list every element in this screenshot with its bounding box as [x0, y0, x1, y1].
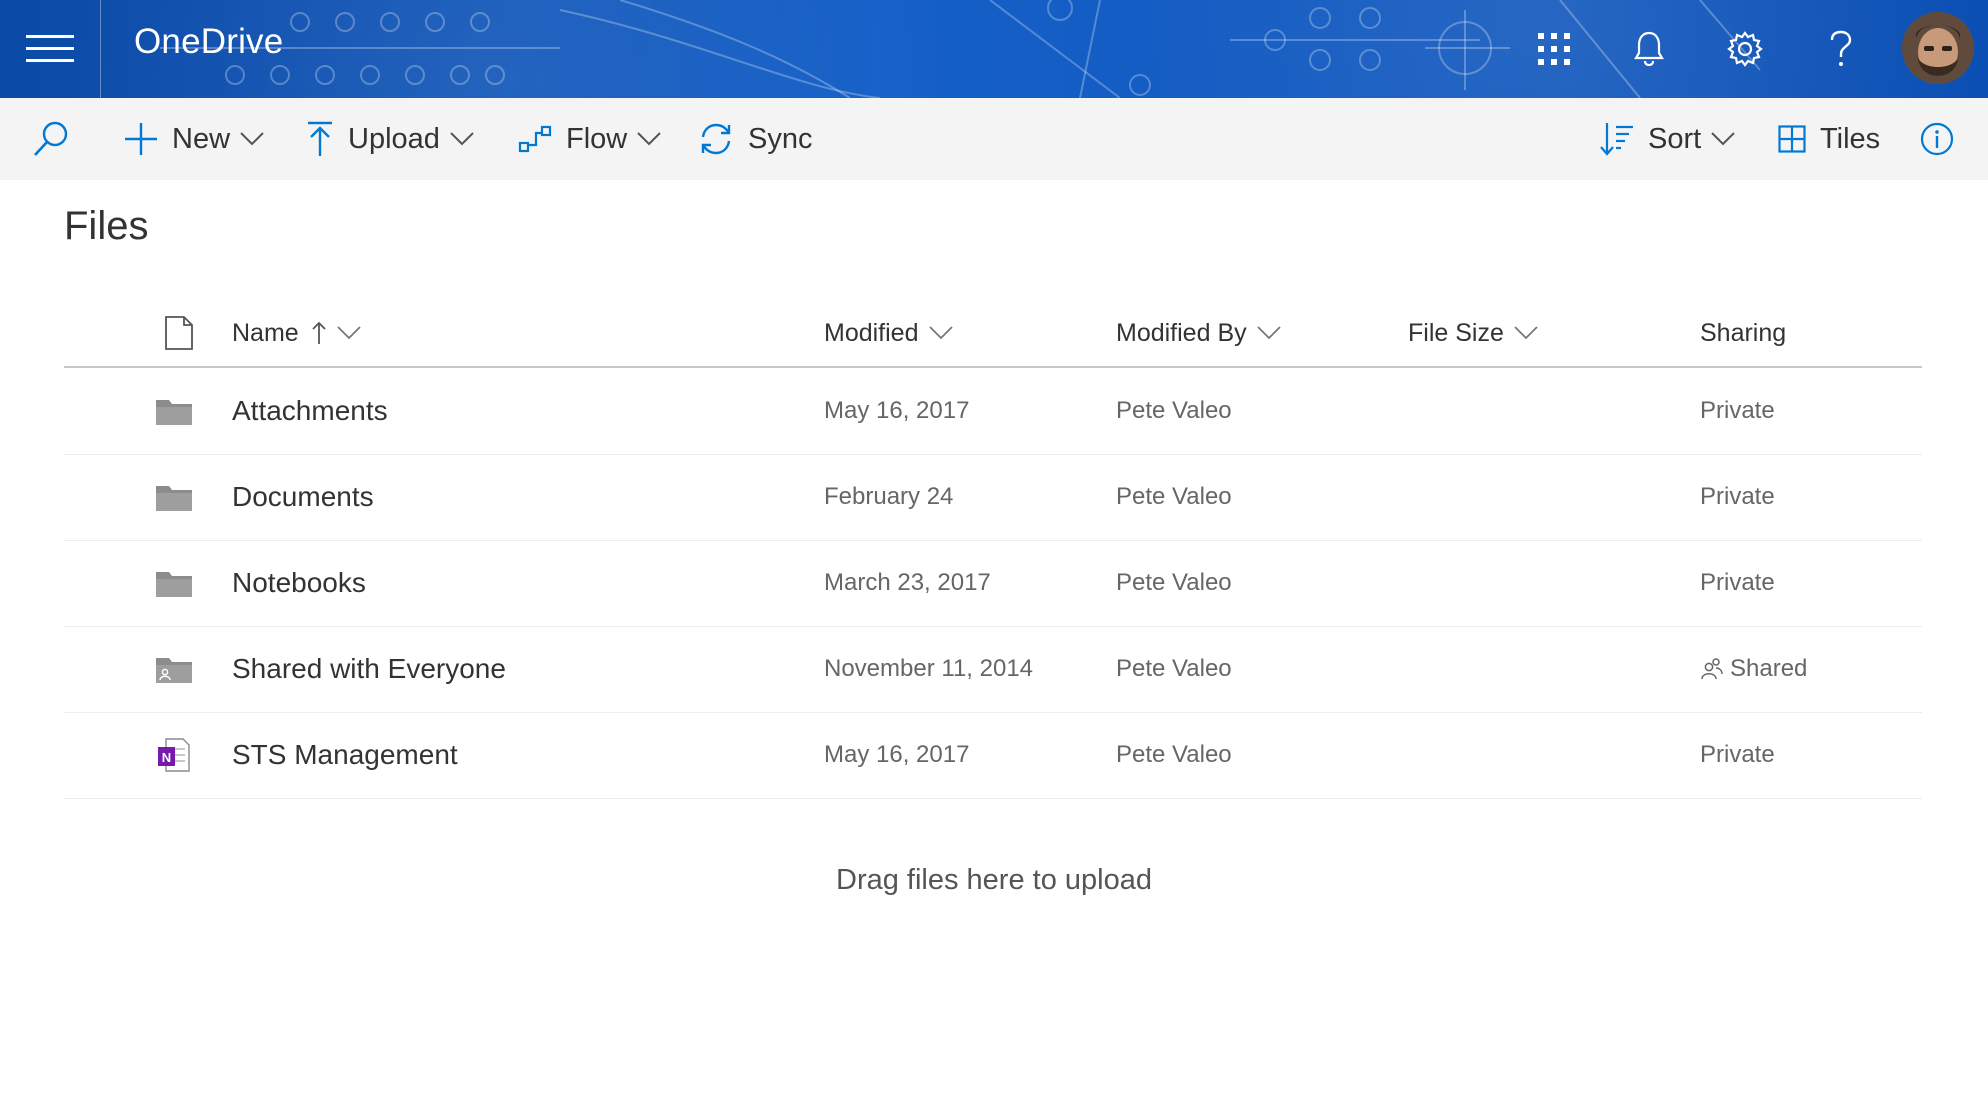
user-photo — [1902, 12, 1974, 84]
chevron-down-icon — [928, 326, 953, 340]
onenote-icon: N — [154, 712, 194, 798]
modified-date: March 23, 2017 — [824, 569, 991, 596]
folder-icon — [154, 540, 194, 626]
chevron-down-icon — [240, 132, 264, 146]
modified-date: February 24 — [824, 483, 954, 510]
suite-header: OneDrive — [0, 0, 1988, 98]
sync-icon — [701, 123, 731, 155]
table-row[interactable]: Notebooks March 23, 2017 Pete Valeo Priv… — [64, 540, 1922, 627]
chevron-down-icon — [450, 132, 474, 146]
upload-label: Upload — [348, 122, 440, 155]
column-header-file-size-label: File Size — [1408, 318, 1504, 347]
table-row[interactable]: Shared with Everyone November 11, 2014 P… — [64, 626, 1922, 713]
sharing-status: Private — [1700, 569, 1775, 596]
modified-by: Pete Valeo — [1116, 483, 1232, 510]
modified-by: Pete Valeo — [1116, 397, 1232, 424]
sharing-status: Private — [1700, 483, 1775, 510]
chevron-down-icon — [337, 326, 361, 340]
hamburger-icon — [26, 35, 74, 62]
column-header-name[interactable]: Name — [232, 312, 361, 354]
column-header-modified-label: Modified — [824, 318, 919, 347]
column-header-name-label: Name — [232, 318, 299, 347]
app-launcher-icon — [1538, 33, 1570, 65]
gear-icon — [1727, 31, 1763, 67]
notifications-button[interactable] — [1624, 24, 1674, 74]
modified-by: Pete Valeo — [1116, 569, 1232, 596]
modified-by: Pete Valeo — [1116, 655, 1232, 682]
file-name[interactable]: STS Management — [232, 712, 458, 798]
settings-button[interactable] — [1720, 24, 1770, 74]
search-icon — [34, 121, 68, 156]
modified-by: Pete Valeo — [1116, 741, 1232, 768]
modified-date: May 16, 2017 — [824, 741, 970, 768]
folder-icon — [154, 368, 194, 454]
file-name[interactable]: Documents — [232, 454, 374, 540]
info-pane-button[interactable] — [1920, 98, 1954, 180]
document-icon — [165, 316, 193, 350]
column-header-sharing-label: Sharing — [1700, 318, 1787, 347]
plus-icon — [125, 123, 157, 155]
shared-folder-icon — [154, 626, 194, 712]
modified-date: November 11, 2014 — [824, 655, 1034, 682]
chevron-down-icon — [1711, 132, 1735, 146]
app-title[interactable]: OneDrive — [134, 22, 283, 62]
table-row[interactable]: N STS Management May 16, 2017 Pete Valeo… — [64, 712, 1922, 799]
sharing-status-label: Shared — [1730, 655, 1808, 682]
drop-zone-message: Drag files here to upload — [836, 864, 1152, 896]
new-label: New — [172, 122, 231, 155]
view-label: Tiles — [1820, 122, 1881, 155]
svg-text:N: N — [162, 750, 171, 765]
help-button[interactable] — [1816, 24, 1866, 74]
page-title: Files — [64, 204, 149, 248]
column-header-modified[interactable]: Modified — [824, 312, 953, 354]
flow-button[interactable]: Flow — [518, 98, 661, 180]
chevron-down-icon — [1514, 326, 1538, 340]
bell-icon — [1634, 31, 1664, 67]
table-row[interactable]: Documents February 24 Pete Valeo Private — [64, 454, 1922, 541]
command-bar: New Upload Flow Sync Sort Tiles — [0, 98, 1988, 180]
sharing-status[interactable]: Shared — [1700, 626, 1807, 712]
sort-ascending-icon — [312, 321, 326, 344]
info-icon — [1920, 122, 1954, 156]
avatar[interactable] — [1902, 12, 1974, 84]
flow-label: Flow — [566, 122, 628, 155]
chevron-down-icon — [1256, 326, 1281, 340]
file-name[interactable]: Shared with Everyone — [232, 626, 506, 712]
sharing-status: Private — [1700, 397, 1775, 424]
file-type-column-header[interactable] — [164, 312, 194, 354]
navigation-menu-button[interactable] — [0, 0, 101, 98]
search-button[interactable] — [32, 98, 70, 180]
sync-label: Sync — [748, 122, 813, 155]
modified-date: May 16, 2017 — [824, 397, 970, 424]
sync-button[interactable]: Sync — [698, 98, 822, 180]
new-button[interactable]: New — [124, 98, 264, 180]
column-header-file-size[interactable]: File Size — [1408, 312, 1538, 354]
help-icon — [1830, 30, 1852, 66]
table-row[interactable]: Attachments May 16, 2017 Pete Valeo Priv… — [64, 368, 1922, 455]
chevron-down-icon — [637, 132, 661, 146]
flow-icon — [518, 125, 552, 153]
column-header-sharing[interactable]: Sharing — [1700, 312, 1786, 354]
file-name[interactable]: Notebooks — [232, 540, 366, 626]
upload-icon — [308, 121, 332, 156]
sort-icon — [1600, 123, 1633, 156]
column-header-modified-by-label: Modified By — [1116, 318, 1247, 347]
sort-label: Sort — [1648, 122, 1702, 155]
sort-button[interactable]: Sort — [1600, 98, 1735, 180]
blueprint-background — [160, 0, 1761, 98]
file-name[interactable]: Attachments — [232, 368, 388, 454]
sharing-status: Private — [1700, 741, 1775, 768]
tiles-icon — [1778, 125, 1806, 153]
column-header-modified-by[interactable]: Modified By — [1116, 312, 1281, 354]
view-switcher-button[interactable]: Tiles — [1778, 98, 1890, 180]
folder-icon — [154, 454, 194, 540]
app-launcher-button[interactable] — [1529, 24, 1579, 74]
people-icon — [1701, 658, 1723, 680]
upload-button[interactable]: Upload — [306, 98, 474, 180]
